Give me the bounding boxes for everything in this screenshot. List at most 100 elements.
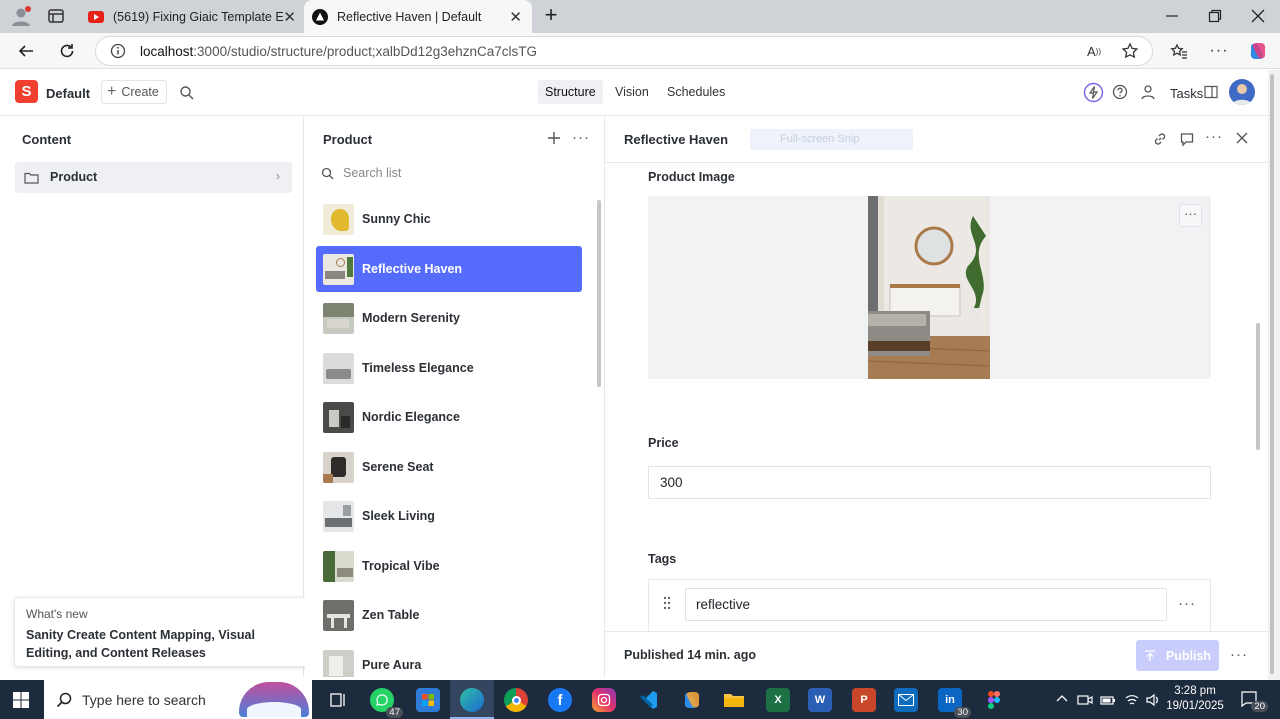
favorites-icon[interactable]	[1165, 37, 1193, 65]
publish-button[interactable]: Publish	[1136, 640, 1219, 671]
list-item-label: Zen Table	[362, 608, 420, 622]
link-icon[interactable]	[1152, 131, 1168, 147]
studio-header: S Default + Create Structure Vision Sched…	[0, 70, 1268, 116]
vscode-icon[interactable]	[636, 688, 660, 712]
file-explorer-icon[interactable]	[722, 688, 746, 712]
snip-overlay: Full-screen Snip	[750, 129, 913, 150]
price-input[interactable]: 300	[648, 466, 1211, 499]
refresh-icon[interactable]	[53, 37, 81, 65]
minimize-icon[interactable]	[1165, 9, 1179, 23]
edge-icon[interactable]	[460, 688, 484, 712]
wifi-icon[interactable]	[1124, 692, 1140, 708]
pane-divider	[605, 162, 1268, 163]
more-icon[interactable]: ···	[1205, 37, 1233, 65]
mail-icon[interactable]	[894, 688, 918, 712]
tab-vision[interactable]: Vision	[608, 80, 656, 104]
store-icon[interactable]	[416, 688, 440, 712]
info-icon[interactable]	[110, 43, 126, 59]
list-item[interactable]: Tropical Vibe	[316, 543, 582, 589]
meet-now-icon[interactable]	[1077, 692, 1093, 708]
doc-scrollbar[interactable]	[1256, 323, 1260, 450]
browser-tab-active[interactable]: Reflective Haven | Default ✕	[304, 0, 532, 33]
tag-menu-icon[interactable]: ···	[1178, 595, 1196, 612]
new-tab-icon[interactable]: +	[540, 4, 562, 27]
search-icon[interactable]	[179, 85, 195, 101]
tasks-label[interactable]: Tasks	[1170, 70, 1203, 116]
drag-handle-icon[interactable]	[663, 596, 671, 610]
favorite-star-icon[interactable]	[1116, 37, 1144, 65]
whats-new-heading: What's new	[26, 607, 88, 621]
list-item[interactable]: Sunny Chic	[316, 196, 582, 242]
notifications-icon[interactable]: 20	[1240, 690, 1268, 712]
help-icon[interactable]	[1112, 84, 1128, 100]
clock[interactable]: 3:28 pm 19/01/2025	[1165, 684, 1225, 714]
list-item-label: Nordic Elegance	[362, 410, 460, 424]
read-aloud-icon[interactable]: A))	[1080, 37, 1108, 65]
volume-icon[interactable]	[1145, 692, 1161, 708]
url-field[interactable]: localhost:3000/studio/structure/product;…	[95, 36, 1153, 66]
taskbar-search-box[interactable]: Type here to search	[44, 680, 312, 719]
folder-icon	[24, 172, 39, 184]
browser-tab-youtube[interactable]: (5619) Fixing Giaic Template Erro ✕	[80, 0, 306, 33]
document-menu-icon[interactable]: ···	[1205, 128, 1223, 145]
whatsapp-icon[interactable]: 47	[370, 688, 403, 718]
facebook-icon[interactable]: f	[548, 688, 572, 712]
word-icon[interactable]: W	[808, 688, 832, 712]
list-item[interactable]: Zen Table	[316, 592, 582, 638]
comments-icon[interactable]	[1179, 131, 1195, 147]
instagram-icon[interactable]	[592, 688, 616, 712]
workspace-name[interactable]: Default	[46, 70, 90, 116]
avatar[interactable]	[1229, 79, 1255, 105]
list-item[interactable]: Timeless Elegance	[316, 345, 582, 391]
lightning-icon[interactable]	[1083, 82, 1104, 103]
product-image-label: Product Image	[648, 170, 735, 184]
sanity-logo[interactable]: S	[15, 80, 38, 103]
list-item[interactable]: Sleek Living	[316, 493, 582, 539]
chrome-icon[interactable]	[504, 688, 528, 712]
close-icon[interactable]	[1236, 132, 1248, 144]
tab-structure[interactable]: Structure	[538, 80, 603, 104]
product-image-field[interactable]: ···	[648, 196, 1211, 379]
copilot-icon[interactable]	[1244, 37, 1272, 65]
windows-start-icon[interactable]	[13, 692, 29, 708]
battery-icon[interactable]	[1100, 692, 1116, 708]
footer-menu-icon[interactable]: ···	[1230, 646, 1248, 663]
create-button[interactable]: + Create	[101, 80, 167, 104]
show-hidden-icons[interactable]	[1056, 693, 1068, 705]
list-item[interactable]: Modern Serenity	[316, 295, 582, 341]
presence-icon[interactable]	[1140, 84, 1156, 100]
product-thumbnail	[323, 599, 354, 631]
tag-input[interactable]: reflective	[685, 588, 1167, 621]
list-menu-icon[interactable]: ···	[572, 129, 590, 146]
list-item[interactable]: Nordic Elegance	[316, 394, 582, 440]
content-item-product[interactable]: Product ›	[15, 162, 292, 193]
add-document-icon[interactable]	[545, 129, 563, 147]
url-path: :3000/studio/structure/product;xalbDd12g…	[193, 43, 537, 59]
product-thumbnail	[323, 352, 354, 384]
list-item-selected[interactable]: Reflective Haven	[316, 246, 582, 292]
list-item[interactable]: Serene Seat	[316, 444, 582, 490]
page-scrollbar[interactable]	[1268, 70, 1280, 680]
panel-toggle-icon[interactable]	[1204, 85, 1218, 99]
list-item-label: Sunny Chic	[362, 212, 431, 226]
close-icon[interactable]: ✕	[509, 8, 522, 26]
copilot-taskbar-icon[interactable]	[680, 688, 704, 712]
close-icon[interactable]: ✕	[283, 8, 296, 26]
excel-icon[interactable]: X	[766, 688, 790, 712]
close-window-icon[interactable]	[1251, 9, 1265, 23]
back-icon[interactable]	[12, 37, 40, 65]
task-view-icon[interactable]	[326, 688, 350, 712]
tab-schedules[interactable]: Schedules	[660, 80, 732, 104]
image-menu-button[interactable]: ···	[1179, 204, 1202, 227]
list-scrollbar[interactable]	[597, 200, 601, 387]
linkedin-icon[interactable]: in 30	[938, 688, 971, 718]
chevron-right-icon: ›	[276, 169, 280, 183]
search-list-input[interactable]: Search list	[315, 162, 595, 184]
list-item[interactable]: Pure Aura	[316, 642, 582, 677]
powerpoint-icon[interactable]: P	[852, 688, 876, 712]
figma-icon[interactable]	[982, 688, 1006, 712]
restore-icon[interactable]	[1208, 9, 1222, 23]
whats-new-card[interactable]: What's new Sanity Create Content Mapping…	[14, 597, 315, 667]
profile-icon[interactable]	[10, 5, 32, 27]
tab-actions-icon[interactable]	[47, 7, 65, 25]
